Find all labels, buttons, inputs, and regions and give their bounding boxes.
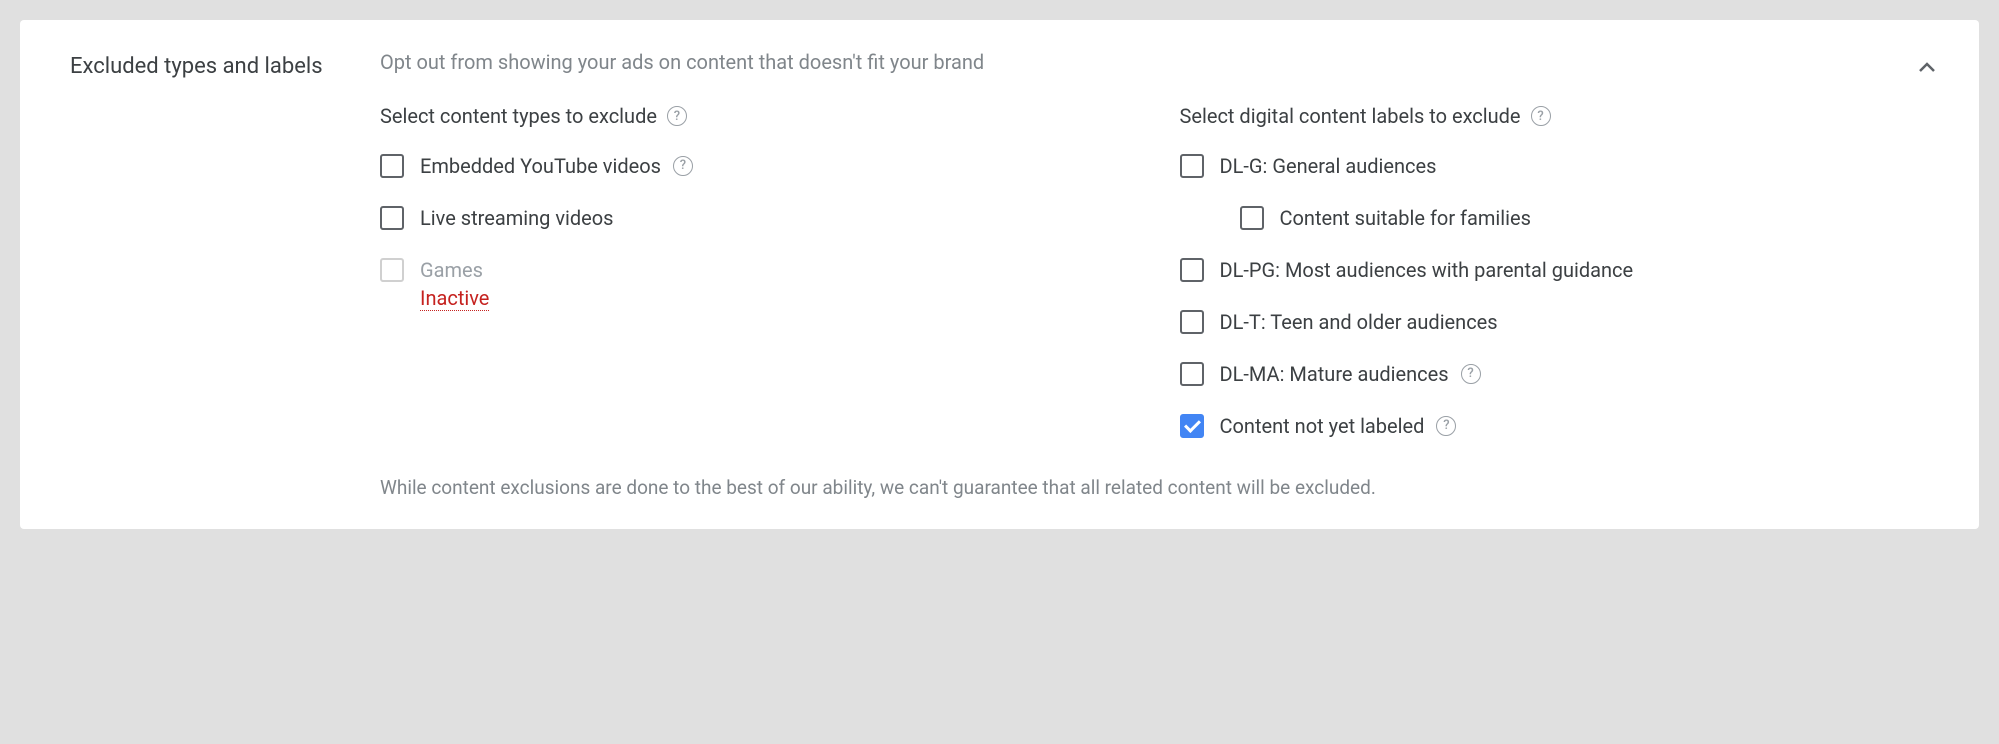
- panel-description: Opt out from showing your ads on content…: [380, 50, 1939, 74]
- checkbox-dl-ma[interactable]: [1180, 362, 1204, 386]
- label-text: DL-T: Teen and older audiences: [1220, 310, 1498, 334]
- checkbox-games: [380, 258, 404, 282]
- checkbox-dl-pg[interactable]: [1180, 258, 1204, 282]
- chevron-up-icon[interactable]: [1915, 56, 1939, 80]
- help-icon[interactable]: ?: [1436, 416, 1456, 436]
- checkbox-not-labeled[interactable]: [1180, 414, 1204, 438]
- checkbox-dl-t[interactable]: [1180, 310, 1204, 334]
- label-text: Content not yet labeled: [1220, 414, 1425, 438]
- content-type-row-games: Games Inactive: [380, 258, 1140, 311]
- label-live-streaming: Live streaming videos: [420, 206, 614, 230]
- checkbox-embedded-youtube[interactable]: [380, 154, 404, 178]
- content-type-row-embedded: Embedded YouTube videos ?: [380, 154, 1140, 178]
- label-text: Live streaming videos: [420, 206, 614, 230]
- excluded-types-panel: Excluded types and labels Opt out from s…: [20, 20, 1979, 529]
- panel-title: Excluded types and labels: [70, 50, 380, 499]
- label-row-dl-g: DL-G: General audiences: [1180, 154, 1940, 178]
- checkbox-dl-g[interactable]: [1180, 154, 1204, 178]
- label-embedded-youtube: Embedded YouTube videos ?: [420, 154, 693, 178]
- checkbox-live-streaming[interactable]: [380, 206, 404, 230]
- label-row-families: Content suitable for families: [1240, 206, 1940, 230]
- content-types-title: Select content types to exclude ?: [380, 104, 1140, 128]
- label-dl-g: DL-G: General audiences: [1220, 154, 1437, 178]
- label-text: Games: [420, 258, 489, 282]
- label-row-dl-t: DL-T: Teen and older audiences: [1180, 310, 1940, 334]
- digital-labels-title: Select digital content labels to exclude…: [1180, 104, 1940, 128]
- label-row-dl-ma: DL-MA: Mature audiences ?: [1180, 362, 1940, 386]
- panel-body: Opt out from showing your ads on content…: [380, 50, 1939, 499]
- label-text: DL-G: General audiences: [1220, 154, 1437, 178]
- columns: Select content types to exclude ? Embedd…: [380, 104, 1939, 466]
- help-icon[interactable]: ?: [1461, 364, 1481, 384]
- label-families: Content suitable for families: [1280, 206, 1531, 230]
- label-not-labeled: Content not yet labeled ?: [1220, 414, 1457, 438]
- content-types-column: Select content types to exclude ? Embedd…: [380, 104, 1140, 466]
- label-dl-pg: DL-PG: Most audiences with parental guid…: [1220, 258, 1634, 282]
- label-row-dl-pg: DL-PG: Most audiences with parental guid…: [1180, 258, 1940, 282]
- label-row-not-labeled: Content not yet labeled ?: [1180, 414, 1940, 438]
- label-text: Embedded YouTube videos: [420, 154, 661, 178]
- label-dl-t: DL-T: Teen and older audiences: [1220, 310, 1498, 334]
- label-text: Content suitable for families: [1280, 206, 1531, 230]
- help-icon[interactable]: ?: [673, 156, 693, 176]
- digital-labels-column: Select digital content labels to exclude…: [1180, 104, 1940, 466]
- content-type-row-live: Live streaming videos: [380, 206, 1140, 230]
- status-inactive[interactable]: Inactive: [420, 286, 489, 311]
- content-types-title-text: Select content types to exclude: [380, 104, 657, 128]
- label-games: Games Inactive: [420, 258, 489, 311]
- label-text: DL-PG: Most audiences with parental guid…: [1220, 258, 1634, 282]
- label-text: DL-MA: Mature audiences: [1220, 362, 1449, 386]
- help-icon[interactable]: ?: [667, 106, 687, 126]
- help-icon[interactable]: ?: [1531, 106, 1551, 126]
- checkbox-families[interactable]: [1240, 206, 1264, 230]
- digital-labels-title-text: Select digital content labels to exclude: [1180, 104, 1521, 128]
- label-dl-ma: DL-MA: Mature audiences ?: [1220, 362, 1481, 386]
- footnote: While content exclusions are done to the…: [380, 476, 1939, 499]
